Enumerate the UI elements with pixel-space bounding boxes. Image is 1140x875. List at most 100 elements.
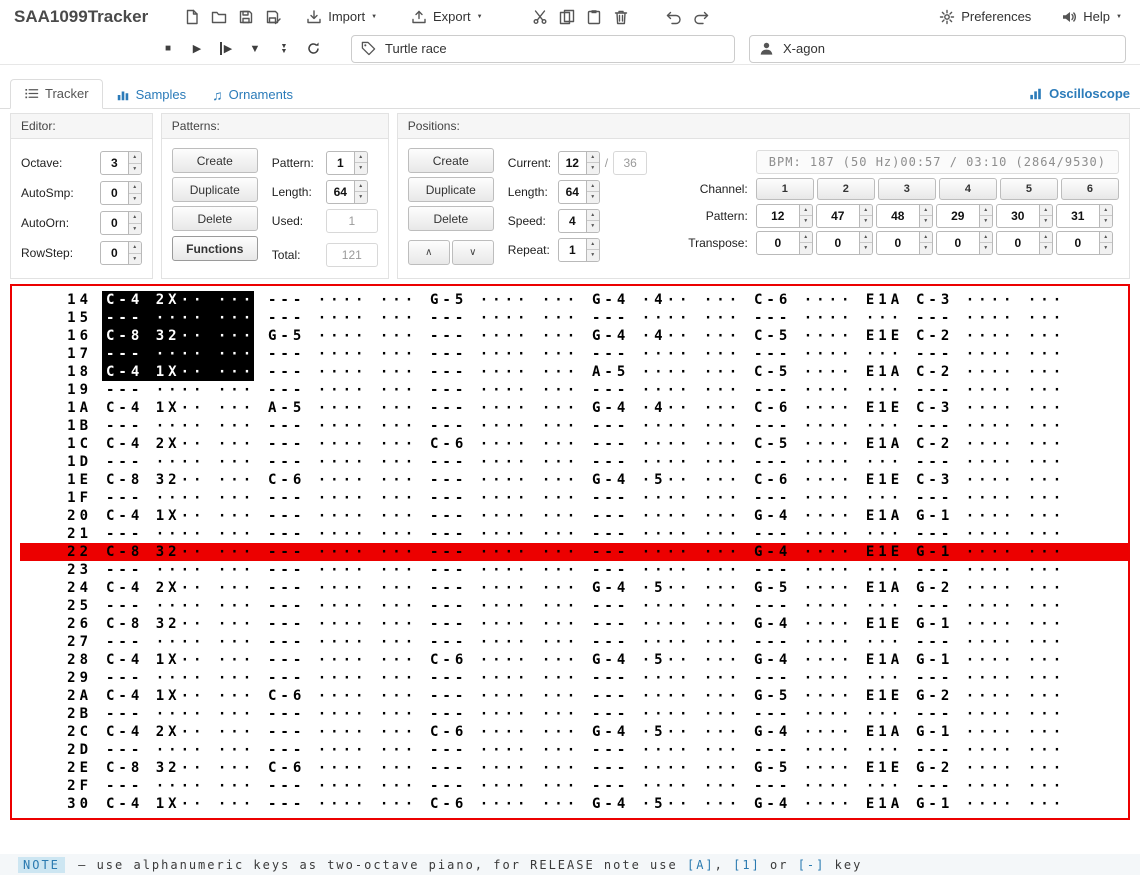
pattern-cell-ch3[interactable]: --- ···· ··· <box>426 615 578 633</box>
pattern-cell-ch6[interactable]: --- ···· ··· <box>912 633 1064 651</box>
pattern-cell-ch5[interactable]: --- ···· ··· <box>750 705 902 723</box>
redo-button[interactable] <box>688 5 715 29</box>
pattern-cell-ch3[interactable]: --- ···· ··· <box>426 327 578 345</box>
pattern-editor[interactable]: 14 C-4 2X·· ··· --- ···· ··· G-5 ···· ··· G-… <box>10 284 1130 820</box>
pattern-cell-ch4[interactable]: G-4 ·5·· ··· <box>588 579 740 597</box>
pattern-cell-ch2[interactable]: --- ···· ··· <box>264 363 416 381</box>
pattern-cell-ch2[interactable]: --- ···· ··· <box>264 525 416 543</box>
pattern-cell-ch4[interactable]: G-4 ·4·· ··· <box>588 327 740 345</box>
channel-4-button[interactable]: 4 <box>938 177 997 200</box>
pattern-cell-ch3[interactable]: --- ···· ··· <box>426 381 578 399</box>
pattern-cell-ch5[interactable]: --- ···· ··· <box>750 417 902 435</box>
pattern-cell-ch3[interactable]: --- ···· ··· <box>426 741 578 759</box>
play-song-button[interactable]: ▶ <box>185 38 209 60</box>
position-repeat-spinner[interactable]: 1 ▲ ▼ <box>557 237 600 262</box>
autosmp-up-button[interactable]: ▲ <box>128 182 141 194</box>
pattern-cell-ch2[interactable]: --- ···· ··· <box>264 597 416 615</box>
pattern-cell-ch5[interactable]: --- ···· ··· <box>750 525 902 543</box>
pattern-delete-button[interactable]: Delete <box>171 206 258 231</box>
pattern-cell-ch1[interactable]: --- ···· ··· <box>102 669 254 687</box>
channel-6-pattern-down-button[interactable]: ▼ <box>1099 216 1112 227</box>
channel-2-pattern-down-button[interactable]: ▼ <box>859 216 872 227</box>
autoorn-up-button[interactable]: ▲ <box>128 212 141 224</box>
pattern-cell-ch2[interactable]: C-6 ···· ··· <box>264 687 416 705</box>
pattern-cell-ch6[interactable]: C-3 ···· ··· <box>912 399 1064 417</box>
tracker-row-24[interactable]: 24 C-4 2X·· ··· --- ···· ··· --- ···· ··· G-… <box>20 579 1128 597</box>
pattern-cell-ch1[interactable]: --- ···· ··· <box>102 597 254 615</box>
channel-2-transpose-spinner[interactable]: 0 ▲ ▼ <box>815 230 873 255</box>
pattern-cell-ch4[interactable]: --- ···· ··· <box>588 777 740 795</box>
tracker-row-2B[interactable]: 2B --- ···· ··· --- ···· ··· --- ···· ··· --… <box>20 705 1128 723</box>
pattern-cell-ch4[interactable]: --- ···· ··· <box>588 561 740 579</box>
pattern-cell-ch4[interactable]: --- ···· ··· <box>588 633 740 651</box>
pattern-cell-ch6[interactable]: G-2 ···· ··· <box>912 759 1064 777</box>
pattern-cell-ch5[interactable]: C-5 ···· E1A <box>750 435 902 453</box>
pattern-cell-ch2[interactable]: --- ···· ··· <box>264 795 416 813</box>
channel-6-transpose-spinner[interactable]: 0 ▲ ▼ <box>1055 230 1113 255</box>
pattern-cell-ch1[interactable]: C-8 32·· ··· <box>102 759 254 777</box>
pattern-cell-ch4[interactable]: --- ···· ··· <box>588 453 740 471</box>
channel-5-transpose-down-button[interactable]: ▼ <box>1039 243 1052 254</box>
pattern-cell-ch1[interactable]: --- ···· ··· <box>102 345 254 363</box>
pattern-cell-ch5[interactable]: --- ···· ··· <box>750 777 902 795</box>
copy-button[interactable] <box>554 5 581 29</box>
channel-4-pattern-spinner[interactable]: 29 ▲ ▼ <box>935 203 993 228</box>
pattern-cell-ch4[interactable]: --- ···· ··· <box>588 417 740 435</box>
pattern-length-up-button[interactable]: ▲ <box>354 180 367 192</box>
pattern-number-spinner[interactable]: 1 ▲ ▼ <box>325 150 368 175</box>
tracker-row-1A[interactable]: 1A C-4 1X·· ··· A-5 ···· ··· --- ···· ··· G-… <box>20 399 1128 417</box>
tracker-row-2F[interactable]: 2F --- ···· ··· --- ···· ··· --- ···· ··· --… <box>20 777 1128 795</box>
author-field[interactable]: X-agon <box>749 34 1126 63</box>
position-length-down-button[interactable]: ▼ <box>586 192 599 203</box>
pattern-cell-ch3[interactable]: --- ···· ··· <box>426 543 578 561</box>
tracker-row-30[interactable]: 30 C-4 1X·· ··· --- ···· ··· C-6 ···· ··· G-… <box>20 795 1128 813</box>
pattern-cell-ch1[interactable]: C-8 32·· ··· <box>102 327 254 345</box>
channel-2-pattern-up-button[interactable]: ▲ <box>859 204 872 216</box>
tracker-row-20[interactable]: 20 C-4 1X·· ··· --- ···· ··· --- ···· ··· --… <box>20 507 1128 525</box>
delete-button[interactable] <box>608 5 635 29</box>
pattern-cell-ch6[interactable]: C-2 ···· ··· <box>912 435 1064 453</box>
channel-3-transpose-spinner[interactable]: 0 ▲ ▼ <box>875 230 933 255</box>
position-repeat-down-button[interactable]: ▼ <box>586 250 599 261</box>
pattern-cell-ch1[interactable]: --- ···· ··· <box>102 489 254 507</box>
save-button[interactable] <box>232 5 259 29</box>
pattern-cell-ch3[interactable]: --- ···· ··· <box>426 759 578 777</box>
pattern-cell-ch6[interactable]: G-1 ···· ··· <box>912 795 1064 813</box>
tracker-row-22[interactable]: 22 C-8 32·· ··· --- ···· ··· --- ···· ··· --… <box>20 543 1128 561</box>
tracker-row-1C[interactable]: 1C C-4 2X·· ··· --- ···· ··· C-6 ···· ··· --… <box>20 435 1128 453</box>
pattern-cell-ch1[interactable]: C-8 32·· ··· <box>102 471 254 489</box>
pattern-cell-ch1[interactable]: --- ···· ··· <box>102 525 254 543</box>
pattern-cell-ch4[interactable]: --- ···· ··· <box>588 489 740 507</box>
pattern-cell-ch3[interactable]: --- ···· ··· <box>426 669 578 687</box>
pattern-cell-ch1[interactable]: --- ···· ··· <box>102 561 254 579</box>
channel-5-pattern-spinner[interactable]: 30 ▲ ▼ <box>995 203 1053 228</box>
pattern-cell-ch3[interactable]: --- ···· ··· <box>426 561 578 579</box>
position-delete-button[interactable]: Delete <box>407 206 494 231</box>
pattern-cell-ch2[interactable]: --- ···· ··· <box>264 291 416 309</box>
channel-6-pattern-up-button[interactable]: ▲ <box>1099 204 1112 216</box>
pattern-cell-ch1[interactable]: C-4 1X·· ··· <box>102 795 254 813</box>
pattern-cell-ch6[interactable]: C-2 ···· ··· <box>912 363 1064 381</box>
pattern-cell-ch5[interactable]: G-5 ···· E1A <box>750 579 902 597</box>
autosmp-down-button[interactable]: ▼ <box>128 193 141 204</box>
pattern-cell-ch5[interactable]: C-6 ···· E1A <box>750 291 902 309</box>
pattern-cell-ch4[interactable]: --- ···· ··· <box>588 597 740 615</box>
pattern-cell-ch1[interactable]: C-8 32·· ··· <box>102 615 254 633</box>
pattern-cell-ch4[interactable]: G-4 ·4·· ··· <box>588 399 740 417</box>
channel-5-button[interactable]: 5 <box>999 177 1058 200</box>
pattern-cell-ch6[interactable]: --- ···· ··· <box>912 309 1064 327</box>
pattern-cell-ch4[interactable]: --- ···· ··· <box>588 309 740 327</box>
pattern-cell-ch1[interactable]: C-4 1X·· ··· <box>102 399 254 417</box>
pattern-cell-ch6[interactable]: G-2 ···· ··· <box>912 579 1064 597</box>
pattern-cell-ch3[interactable]: --- ···· ··· <box>426 399 578 417</box>
pattern-cell-ch3[interactable]: C-6 ···· ··· <box>426 435 578 453</box>
position-speed-spinner[interactable]: 4 ▲ ▼ <box>557 208 600 233</box>
tracker-row-27[interactable]: 27 --- ···· ··· --- ···· ··· --- ···· ··· --… <box>20 633 1128 651</box>
pattern-cell-ch2[interactable]: --- ···· ··· <box>264 309 416 327</box>
pattern-cell-ch5[interactable]: --- ···· ··· <box>750 633 902 651</box>
channel-3-pattern-down-button[interactable]: ▼ <box>919 216 932 227</box>
channel-3-pattern-spinner[interactable]: 48 ▲ ▼ <box>875 203 933 228</box>
pattern-cell-ch2[interactable]: --- ···· ··· <box>264 615 416 633</box>
play-from-position-button[interactable]: ▶ <box>214 38 238 60</box>
rowstep-spinner[interactable]: 0 ▲ ▼ <box>99 241 142 265</box>
